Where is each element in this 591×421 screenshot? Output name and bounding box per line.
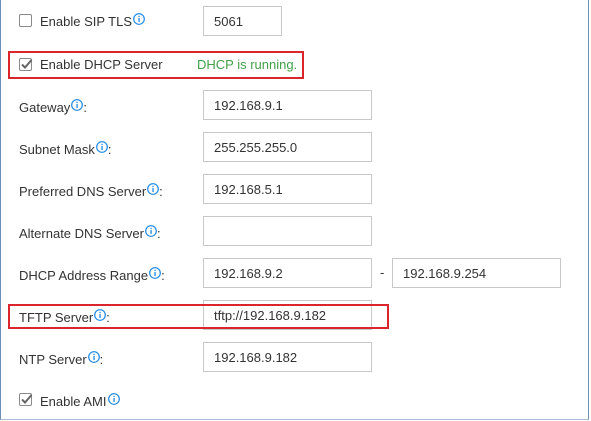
- ntp-server-label-row: NTP Server:: [19, 351, 103, 368]
- settings-panel: Enable SIP TLS Enable DHCP Server DHCP i…: [0, 0, 589, 420]
- info-icon[interactable]: [71, 99, 84, 111]
- alternate-dns-input[interactable]: [203, 216, 372, 246]
- info-icon[interactable]: [95, 141, 108, 153]
- info-icon[interactable]: [87, 351, 100, 363]
- info-icon[interactable]: [147, 183, 160, 195]
- colon: :: [83, 100, 87, 115]
- checkmark-icon: [21, 59, 33, 69]
- colon: :: [106, 310, 110, 325]
- sip-tls-row: Enable SIP TLS: [40, 13, 145, 30]
- subnet-mask-input[interactable]: [203, 132, 372, 162]
- dhcp-range-label: DHCP Address Range: [19, 268, 149, 283]
- dhcp-server-checkbox[interactable]: [19, 58, 33, 71]
- colon: :: [107, 142, 112, 157]
- gateway-label: Gateway: [19, 100, 71, 115]
- ntp-server-input[interactable]: [203, 342, 372, 372]
- ami-row: Enable AMI: [40, 393, 120, 410]
- subnet-mask-label: Subnet Mask: [19, 142, 95, 157]
- gateway-input[interactable]: [203, 90, 372, 120]
- preferred-dns-input[interactable]: [203, 174, 372, 204]
- dhcp-range-label-row: DHCP Address Range:: [19, 267, 165, 284]
- ami-checkbox[interactable]: [19, 393, 33, 406]
- range-separator: -: [380, 265, 385, 280]
- info-icon[interactable]: [145, 225, 157, 237]
- info-icon[interactable]: [149, 267, 162, 279]
- sip-tls-label: Enable SIP TLS: [40, 14, 133, 29]
- sip-tls-checkbox[interactable]: [19, 14, 32, 27]
- colon: :: [99, 352, 104, 367]
- preferred-dns-label-row: Preferred DNS Server:: [19, 183, 163, 200]
- subnet-mask-label-row: Subnet Mask:: [19, 141, 112, 158]
- checkmark-icon: [21, 394, 33, 404]
- preferred-dns-label: Preferred DNS Server: [19, 184, 147, 199]
- ntp-server-label: NTP Server: [19, 352, 87, 367]
- dhcp-status-text: DHCP is running.: [197, 57, 298, 72]
- info-icon[interactable]: [133, 13, 145, 25]
- info-icon[interactable]: [107, 393, 120, 405]
- alternate-dns-label-row: Alternate DNS Server:: [19, 225, 161, 242]
- gateway-label-row: Gateway:: [19, 99, 87, 116]
- colon: :: [161, 268, 165, 283]
- tftp-server-label: TFTP Server: [19, 310, 94, 325]
- alternate-dns-label: Alternate DNS Server: [19, 226, 144, 241]
- dhcp-server-label: Enable DHCP Server: [40, 57, 163, 72]
- dhcp-range-start-input[interactable]: [203, 258, 372, 288]
- ami-label: Enable AMI: [40, 394, 107, 409]
- info-icon[interactable]: [94, 309, 107, 321]
- sip-tls-port-input[interactable]: [203, 6, 282, 36]
- colon: :: [157, 226, 161, 241]
- dhcp-range-end-input[interactable]: [392, 258, 561, 288]
- colon: :: [159, 184, 163, 199]
- tftp-server-label-row: TFTP Server:: [19, 309, 110, 326]
